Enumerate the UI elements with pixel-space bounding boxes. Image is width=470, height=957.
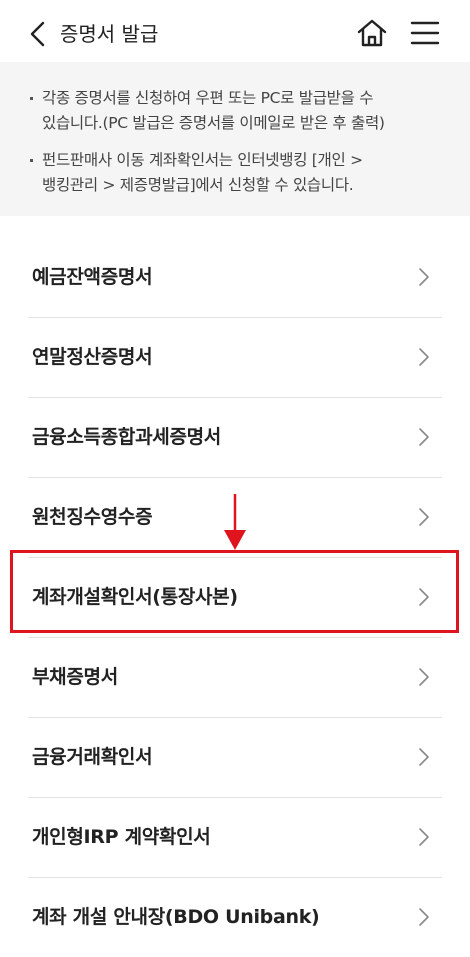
notice-line: 각종 증명서를 신청하여 우편 또는 PC로 발급받을 수: [42, 89, 374, 107]
chevron-right-icon: [419, 908, 429, 926]
bullet-icon: [30, 159, 33, 162]
header: 증명서 발급: [0, 0, 470, 62]
list-item-label: 금융소득종합과세증명서: [32, 426, 221, 448]
list-item-deposit-balance-certificate[interactable]: 예금잔액증명서: [28, 238, 442, 318]
menu-icon[interactable]: [410, 20, 440, 46]
list-item-label: 예금잔액증명서: [32, 266, 153, 288]
list-item-label: 원천징수영수증: [32, 506, 153, 528]
notice-line: 뱅킹관리 > 제증명발급]에서 신청할 수 있습니다.: [42, 176, 354, 194]
page-title: 증명서 발급: [60, 22, 159, 46]
list-item-year-end-tax-certificate[interactable]: 연말정산증명서: [28, 318, 442, 398]
notice-line: 펀드판매사 이동 계좌확인서는 인터넷뱅킹 [개인 >: [42, 151, 363, 169]
chevron-right-icon: [419, 508, 429, 526]
chevron-right-icon: [419, 268, 429, 286]
list-item-label: 연말정산증명서: [32, 346, 153, 368]
list-item-account-opening-guide-bdo[interactable]: 계좌 개설 안내장(BDO Unibank): [28, 878, 442, 957]
chevron-right-icon: [419, 348, 429, 366]
chevron-right-icon: [419, 828, 429, 846]
list-item-label: 부채증명서: [32, 666, 118, 688]
list-item-debt-certificate[interactable]: 부채증명서: [28, 638, 442, 718]
notice-line: 있습니다.(PC 발급은 증명서를 이메일로 받은 후 출력): [42, 114, 385, 132]
list-item-financial-transaction-confirmation[interactable]: 금융거래확인서: [28, 718, 442, 798]
chevron-right-icon: [419, 668, 429, 686]
notice-box: 각종 증명서를 신청하여 우편 또는 PC로 발급받을 수 있습니다.(PC 발…: [0, 62, 470, 216]
notice-item: 펀드판매사 이동 계좌확인서는 인터넷뱅킹 [개인 > 뱅킹관리 > 제증명발급…: [30, 148, 442, 198]
notice-item: 각종 증명서를 신청하여 우편 또는 PC로 발급받을 수 있습니다.(PC 발…: [30, 86, 442, 136]
red-arrow-annotation: [224, 494, 246, 550]
chevron-right-icon: [419, 748, 429, 766]
back-icon[interactable]: [26, 20, 50, 48]
list-item-label: 금융거래확인서: [32, 746, 153, 768]
chevron-right-icon: [419, 428, 429, 446]
list-item-irp-contract-confirmation[interactable]: 개인형IRP 계약확인서: [28, 798, 442, 878]
list-item-label: 계좌 개설 안내장(BDO Unibank): [32, 906, 320, 928]
bullet-icon: [30, 97, 33, 100]
list-item-financial-income-tax-certificate[interactable]: 금융소득종합과세증명서: [28, 398, 442, 478]
home-icon[interactable]: [356, 18, 388, 48]
list-item-label: 개인형IRP 계약확인서: [32, 826, 211, 848]
highlight-box-annotation: [10, 550, 459, 633]
